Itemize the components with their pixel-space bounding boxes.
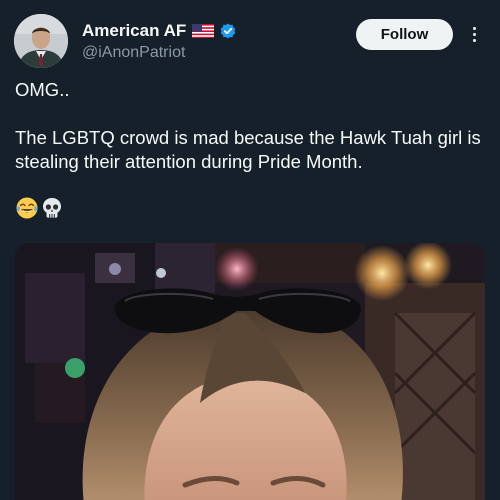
follow-button[interactable]: Follow: [356, 19, 453, 50]
handle[interactable]: @iAnonPatriot: [82, 44, 236, 62]
display-name[interactable]: American AF: [82, 21, 186, 41]
avatar[interactable]: [14, 14, 68, 68]
tweet-card: American AF @iAnonPatriot Follow OMG.. T…: [0, 0, 500, 500]
verified-badge-icon: [220, 23, 236, 39]
name-row: American AF: [82, 20, 236, 42]
author-block: American AF @iAnonPatriot: [82, 20, 236, 62]
face-with-tears-of-joy-icon: [15, 196, 39, 225]
avatar-image: [14, 14, 68, 68]
skull-icon: [40, 196, 64, 225]
us-flag-icon: [192, 24, 215, 38]
emoji-row: [15, 196, 64, 225]
more-vertical-icon[interactable]: [466, 22, 482, 46]
photo-image: [15, 243, 485, 500]
tweet-line-2: The LGBTQ crowd is mad because the Hawk …: [15, 127, 481, 172]
tweet-text: OMG.. The LGBTQ crowd is mad because the…: [15, 78, 491, 174]
tweet-line-1: OMG..: [15, 79, 70, 100]
tweet-media-photo[interactable]: [15, 243, 485, 500]
